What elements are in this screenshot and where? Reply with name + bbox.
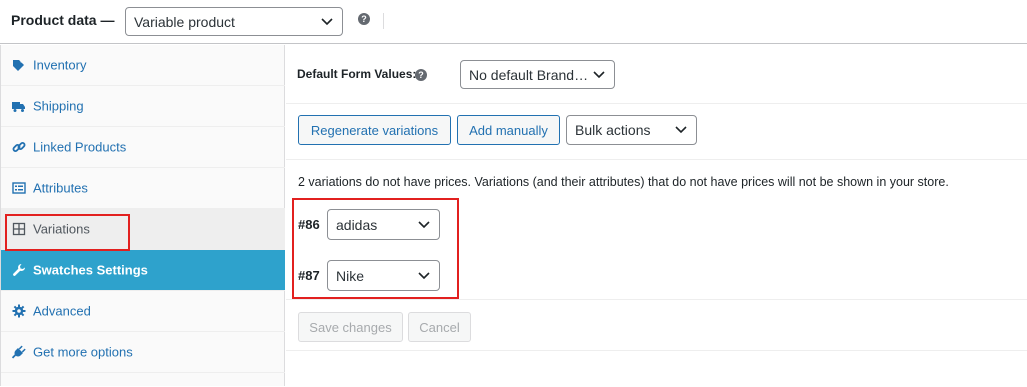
- add-manually-button[interactable]: Add manually: [457, 115, 560, 145]
- chevron-down-icon: [675, 126, 687, 134]
- help-icon[interactable]: ?: [415, 69, 427, 81]
- cancel-button[interactable]: Cancel: [408, 312, 471, 342]
- tab-attributes[interactable]: Attributes: [1, 168, 285, 209]
- help-icon[interactable]: ?: [358, 13, 370, 25]
- tab-label: Get more options: [33, 344, 133, 360]
- product-type-select[interactable]: Variable product: [125, 7, 343, 36]
- tab-label: Swatches Settings: [33, 262, 148, 278]
- default-brand-select[interactable]: No default Brand…: [460, 60, 615, 89]
- tab-advanced[interactable]: Advanced: [1, 291, 285, 332]
- divider: [286, 159, 1027, 160]
- annotation-box-variations-tab: [5, 214, 130, 251]
- bulk-actions-select[interactable]: Bulk actions: [566, 115, 697, 145]
- plugin-icon: [12, 345, 26, 359]
- tab-label: Advanced: [33, 303, 91, 319]
- chevron-down-icon: [321, 17, 333, 25]
- tab-get-more-options[interactable]: Get more options: [1, 332, 285, 373]
- product-type-value: Variable product: [134, 13, 235, 30]
- truck-icon: [12, 102, 25, 112]
- product-data-title: Product data —: [11, 12, 115, 28]
- list-icon: [12, 182, 26, 194]
- wrench-icon: [13, 264, 25, 276]
- annotation-box-variations-list: [292, 198, 459, 299]
- tab-label: Linked Products: [33, 139, 127, 155]
- tab-label: Shipping: [33, 98, 84, 114]
- header-separator: [383, 13, 384, 29]
- gear-icon: [12, 304, 26, 318]
- default-brand-value: No default Brand…: [469, 66, 589, 83]
- tab-linked-products[interactable]: Linked Products: [1, 127, 285, 168]
- divider: [286, 299, 1027, 300]
- product-data-header: Product data — Variable product ?: [0, 0, 1027, 44]
- regenerate-variations-button[interactable]: Regenerate variations: [298, 115, 451, 145]
- tab-swatches-settings[interactable]: Swatches Settings: [1, 250, 285, 291]
- tab-inventory[interactable]: Inventory: [1, 45, 285, 86]
- tab-label: Attributes: [33, 180, 88, 196]
- tab-label: Inventory: [33, 57, 87, 73]
- tab-shipping[interactable]: Shipping: [1, 86, 285, 127]
- bulk-actions-value: Bulk actions: [575, 122, 651, 138]
- tag-icon: [13, 60, 24, 71]
- default-form-values-label: Default Form Values:: [297, 67, 417, 81]
- divider: [286, 350, 1027, 351]
- divider: [286, 103, 1027, 104]
- chevron-down-icon: [593, 70, 605, 78]
- missing-prices-notice: 2 variations do not have prices. Variati…: [298, 175, 949, 189]
- save-changes-button[interactable]: Save changes: [298, 312, 403, 342]
- link-icon: [12, 142, 26, 152]
